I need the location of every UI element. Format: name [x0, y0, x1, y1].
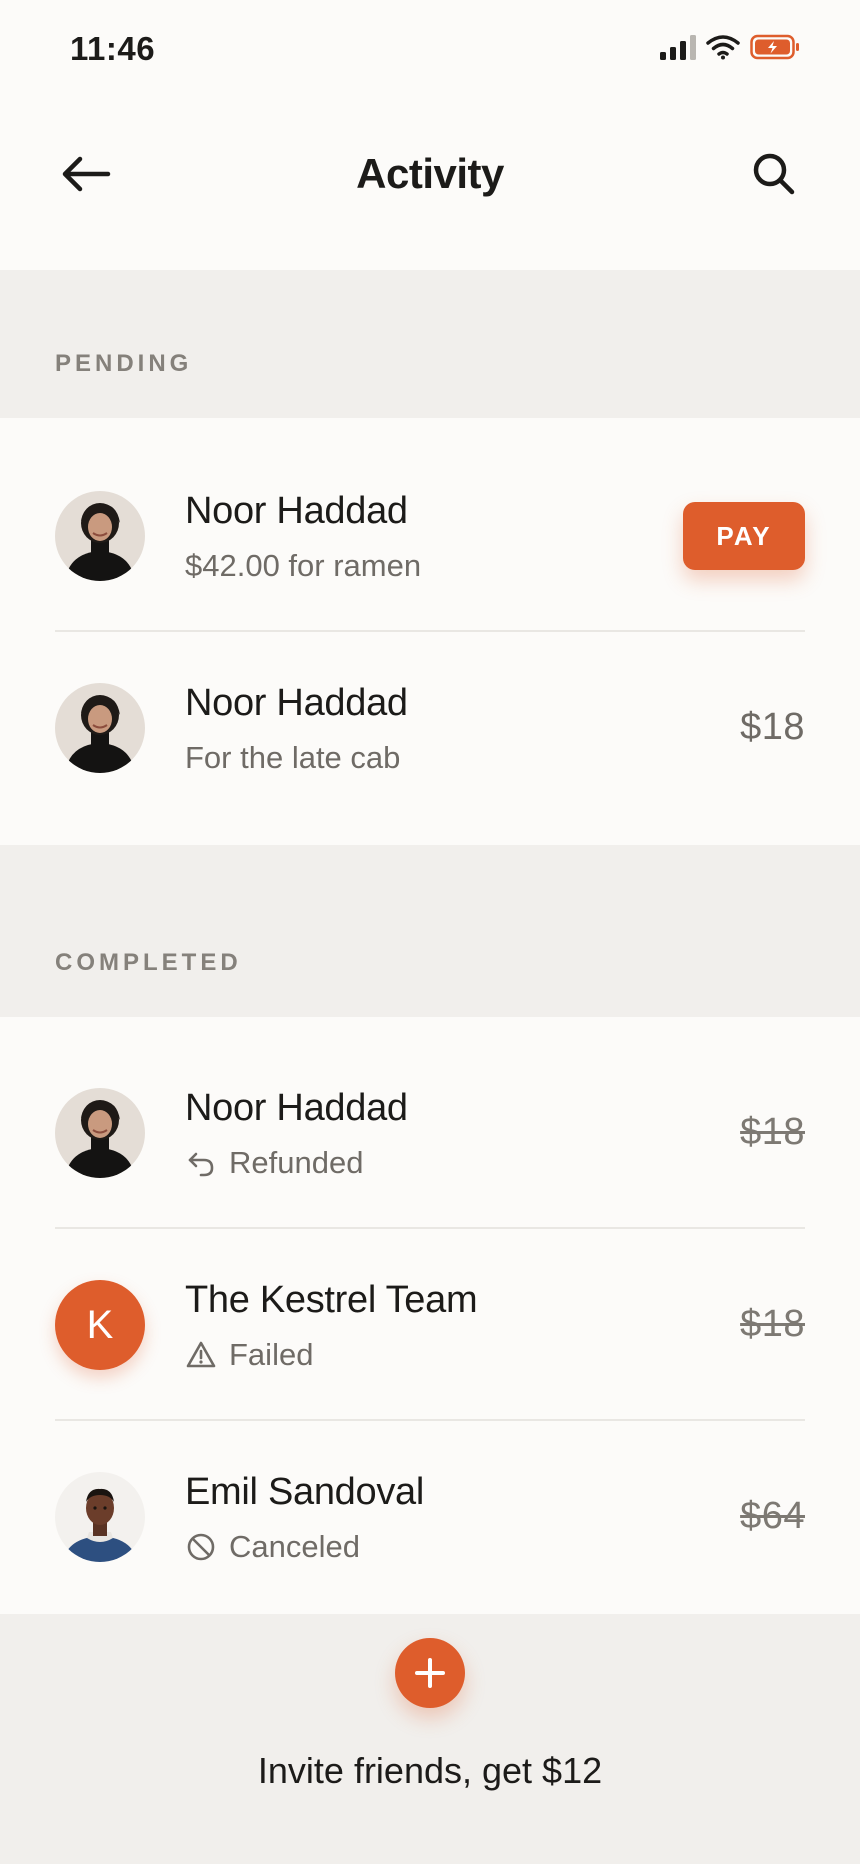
pay-button[interactable]: PAY [683, 502, 805, 570]
request-description-text: For the late cab [185, 740, 401, 775]
add-button[interactable] [395, 1638, 465, 1708]
avatar-noor-haddad [55, 1088, 145, 1178]
wifi-icon [706, 35, 740, 60]
section-label-pending: PENDING [55, 350, 193, 377]
status-icons [660, 34, 800, 60]
contact-name: Emil Sandoval [185, 1471, 424, 1513]
amount: $64 [740, 1495, 805, 1537]
avatar-emil-sandoval [55, 1472, 145, 1562]
avatar-noor-haddad [55, 683, 145, 773]
status-text: Canceled [229, 1529, 360, 1564]
pending-section-header: PENDING [0, 270, 860, 418]
completed-row-1[interactable]: Noor Haddad Refunded $18 [0, 1037, 860, 1229]
refund-arrow-icon [188, 1152, 214, 1177]
canceled-circle-icon [187, 1533, 215, 1561]
nav-bar: Activity [0, 120, 860, 230]
pending-row-1[interactable]: Noor Haddad $42.00 for ramen PAY [0, 440, 860, 632]
status-time: 11:46 [70, 30, 156, 67]
transaction-status: Canceled [185, 1529, 360, 1565]
completed-section-header: COMPLETED [0, 845, 860, 1017]
avatar-kestrel-team: K [55, 1280, 145, 1370]
page-title: Activity [356, 150, 504, 197]
invite-friends-link[interactable]: Invite friends, get $12 [0, 1750, 860, 1792]
request-description: $42.00 for ramen [185, 548, 421, 584]
footer: Invite friends, get $12 [0, 1614, 860, 1864]
avatar-noor-haddad [55, 491, 145, 581]
search-button[interactable] [742, 142, 806, 206]
request-description: For the late cab [185, 740, 400, 776]
status-bar: 11:46 [0, 0, 860, 100]
amount: $18 [740, 706, 805, 748]
contact-name: Noor Haddad [185, 1087, 408, 1129]
battery-charging-icon [750, 34, 799, 60]
status-text: Failed [229, 1337, 314, 1372]
request-description-text: $42.00 for ramen [185, 548, 422, 583]
completed-row-2[interactable]: K The Kestrel Team Failed $18 [0, 1229, 860, 1421]
amount: $18 [740, 1303, 805, 1345]
plus-icon [415, 1658, 445, 1688]
transaction-status: Failed [185, 1337, 313, 1373]
activity-screen: 11:46 Activity PENDING Noor Haddad $42.0… [0, 0, 860, 1864]
contact-name: The Kestrel Team [185, 1279, 478, 1321]
contact-name: Noor Haddad [185, 682, 408, 724]
pending-row-2[interactable]: Noor Haddad For the late cab $18 [0, 632, 860, 824]
section-label-completed: COMPLETED [55, 949, 242, 976]
warning-triangle-icon [186, 1341, 216, 1368]
signal-icon [660, 34, 696, 60]
status-text: Refunded [229, 1145, 364, 1180]
transaction-status: Refunded [185, 1145, 363, 1181]
completed-row-3[interactable]: Emil Sandoval Canceled $64 [0, 1421, 860, 1613]
search-icon [753, 153, 795, 195]
contact-name: Noor Haddad [185, 490, 408, 532]
amount: $18 [740, 1111, 805, 1153]
